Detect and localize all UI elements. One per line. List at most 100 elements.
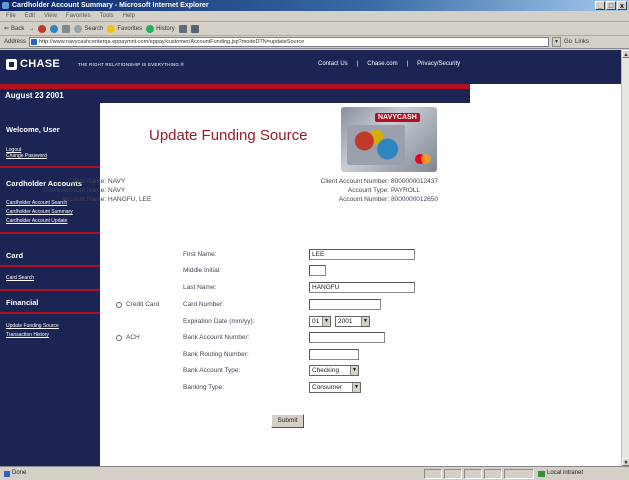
menu-help[interactable]: Help <box>123 11 135 21</box>
menu-favorites[interactable]: Favorites <box>66 11 91 21</box>
history-button[interactable]: History <box>146 24 175 33</box>
back-arrow-icon: ⇐ <box>4 26 10 32</box>
sidebar-divider <box>0 232 100 234</box>
sidebar-section-financial: Financial <box>6 298 39 307</box>
sidebar-item-account-summary[interactable]: Cardholder Account Summary <box>0 209 73 215</box>
account-name-value: HANGFU, LEE <box>108 196 152 203</box>
status-bar: Done Local intranet <box>0 466 629 480</box>
client-info-right: Client Account Number: 8000000012437 Acco… <box>276 177 438 204</box>
vertical-scrollbar[interactable]: ▲ ▼ <box>621 50 629 466</box>
menu-file[interactable]: File <box>6 11 16 21</box>
middle-initial-input[interactable] <box>309 265 326 276</box>
expiration-date-label: Expiration Date (mm/yy): <box>183 318 255 325</box>
card-artwork <box>347 125 405 165</box>
menu-tools[interactable]: Tools <box>100 11 114 21</box>
sidebar-divider <box>0 265 100 267</box>
sidebar-divider <box>0 166 100 168</box>
menu-bar: File Edit View Favorites Tools Help <box>0 11 629 22</box>
bank-account-number-input[interactable] <box>309 332 385 343</box>
refresh-button[interactable] <box>50 24 59 33</box>
print-icon <box>190 24 199 33</box>
mail-icon <box>178 24 187 33</box>
search-button[interactable]: Search <box>74 24 103 33</box>
chase-logo[interactable]: CHASE <box>6 58 60 70</box>
sidebar-section-card: Card <box>6 251 24 260</box>
link-separator: | <box>356 61 359 67</box>
home-icon <box>62 24 71 33</box>
middle-initial-label: Middle Initial: <box>183 267 221 274</box>
card-brand: NAVYCASH <box>375 113 420 122</box>
links-button[interactable]: Links <box>575 39 589 45</box>
navycash-card-image: NAVYCASH <box>341 107 437 172</box>
status-panel <box>464 469 482 479</box>
banking-type-select[interactable]: Consumer ▼ <box>309 382 361 393</box>
address-dropdown-icon[interactable]: ▼ <box>552 37 562 47</box>
search-icon <box>74 24 83 33</box>
account-number-value: 8000000012650 <box>391 196 438 203</box>
page-viewport: CHASE THE RIGHT RELATIONSHIP IS EVERYTHI… <box>0 50 621 466</box>
chevron-down-icon: ▼ <box>352 383 360 392</box>
status-panel <box>484 469 502 479</box>
status-panel <box>504 469 534 479</box>
scroll-up-icon[interactable]: ▲ <box>622 50 629 58</box>
back-button[interactable]: ⇐ Back <box>4 25 24 33</box>
minimize-button[interactable]: _ <box>595 1 605 10</box>
chevron-down-icon: ▼ <box>350 366 358 375</box>
forward-button[interactable]: → <box>28 26 34 32</box>
last-name-input[interactable]: HANGFU <box>309 282 415 293</box>
bank-account-type-select[interactable]: Checking ▼ <box>309 365 359 376</box>
favorites-button[interactable]: Favorites <box>107 24 142 33</box>
window-title: Cardholder Account Summary - Microsoft I… <box>12 2 209 9</box>
address-bar: Address http://www.navycashcenterqa.eppa… <box>0 36 629 49</box>
scroll-down-icon[interactable]: ▼ <box>622 458 629 466</box>
client-account-name-row: Client Account Name: NAVY <box>43 187 126 194</box>
sidebar-divider <box>0 312 100 314</box>
header-links: Contact Us | Chase.com | Privacy/Securit… <box>318 61 460 67</box>
credit-card-radio[interactable] <box>116 302 122 308</box>
sidebar-item-account-update[interactable]: Cardholder Account Update <box>0 218 67 224</box>
close-button[interactable]: x <box>617 1 627 10</box>
sidebar-item-card-search[interactable]: Card Search <box>0 275 34 281</box>
account-type-value: PAYROLL <box>391 187 421 194</box>
bank-account-number-label: Bank Account Number: <box>183 334 250 341</box>
contact-us-link[interactable]: Contact Us <box>318 61 348 67</box>
home-button[interactable] <box>62 24 71 33</box>
card-number-input[interactable] <box>309 299 381 310</box>
ie-icon <box>2 2 9 9</box>
sidebar: Welcome, User Logout Change Password Car… <box>0 103 100 466</box>
ach-radio[interactable] <box>116 335 122 341</box>
intranet-icon <box>538 470 545 477</box>
chase-com-link[interactable]: Chase.com <box>367 61 397 67</box>
print-button[interactable] <box>190 24 199 33</box>
browser-toolbar: ⇐ Back → Search Favorites History <box>0 22 629 36</box>
bank-routing-number-label: Bank Routing Number: <box>183 351 249 358</box>
privacy-security-link[interactable]: Privacy/Security <box>417 61 460 67</box>
status-done: Done <box>4 467 26 480</box>
go-button[interactable]: Go <box>564 39 572 45</box>
address-input[interactable]: http://www.navycashcenterqa.eppaymnt.com… <box>29 37 550 47</box>
account-type-row: Account Type: PAYROLL <box>347 187 421 194</box>
client-name-row: Client Name: NAVY <box>68 178 126 185</box>
account-name-row: Account Name: HANGFU, LEE <box>61 196 152 203</box>
account-number-row: Account Number: 8000000012650 <box>338 196 438 203</box>
client-account-number-row: Client Account Number: 8000000012437 <box>320 178 438 185</box>
first-name-label: First Name: <box>183 251 217 258</box>
mastercard-icon <box>415 154 431 164</box>
client-account-name-value: NAVY <box>108 187 126 194</box>
sidebar-divider <box>0 289 100 291</box>
menu-edit[interactable]: Edit <box>25 11 35 21</box>
card-number-label: Card Number: <box>183 301 224 308</box>
expiration-month-select[interactable]: 01 ▼ <box>309 316 331 327</box>
expiration-year-select[interactable]: 2001 ▼ <box>335 316 370 327</box>
sidebar-item-change-password[interactable]: Change Password <box>0 153 47 159</box>
menu-view[interactable]: View <box>44 11 57 21</box>
last-name-label: Last Name: <box>183 284 217 291</box>
submit-button[interactable]: Submit <box>271 414 304 428</box>
first-name-input[interactable]: LEE <box>309 249 415 260</box>
sidebar-item-update-funding-source[interactable]: Update Funding Source <box>0 323 59 329</box>
stop-button[interactable] <box>38 24 47 33</box>
sidebar-item-transaction-history[interactable]: Transaction History <box>0 332 49 338</box>
bank-routing-number-input[interactable] <box>309 349 359 360</box>
mail-button[interactable] <box>178 24 187 33</box>
maximize-button[interactable]: □ <box>606 1 616 10</box>
